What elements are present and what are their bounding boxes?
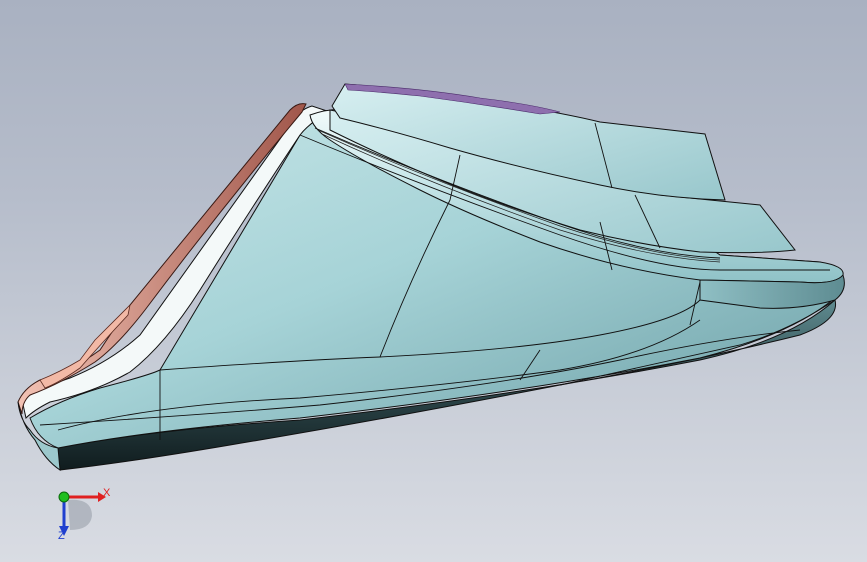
triad-shadow	[68, 499, 92, 530]
graphics-viewport[interactable]: X Z	[0, 0, 867, 562]
z-axis-label: Z	[58, 530, 65, 542]
hull-model[interactable]	[0, 0, 867, 562]
y-axis-dot	[58, 491, 70, 503]
x-axis-label: X	[103, 487, 111, 499]
coordinate-triad: X Z	[40, 480, 120, 550]
